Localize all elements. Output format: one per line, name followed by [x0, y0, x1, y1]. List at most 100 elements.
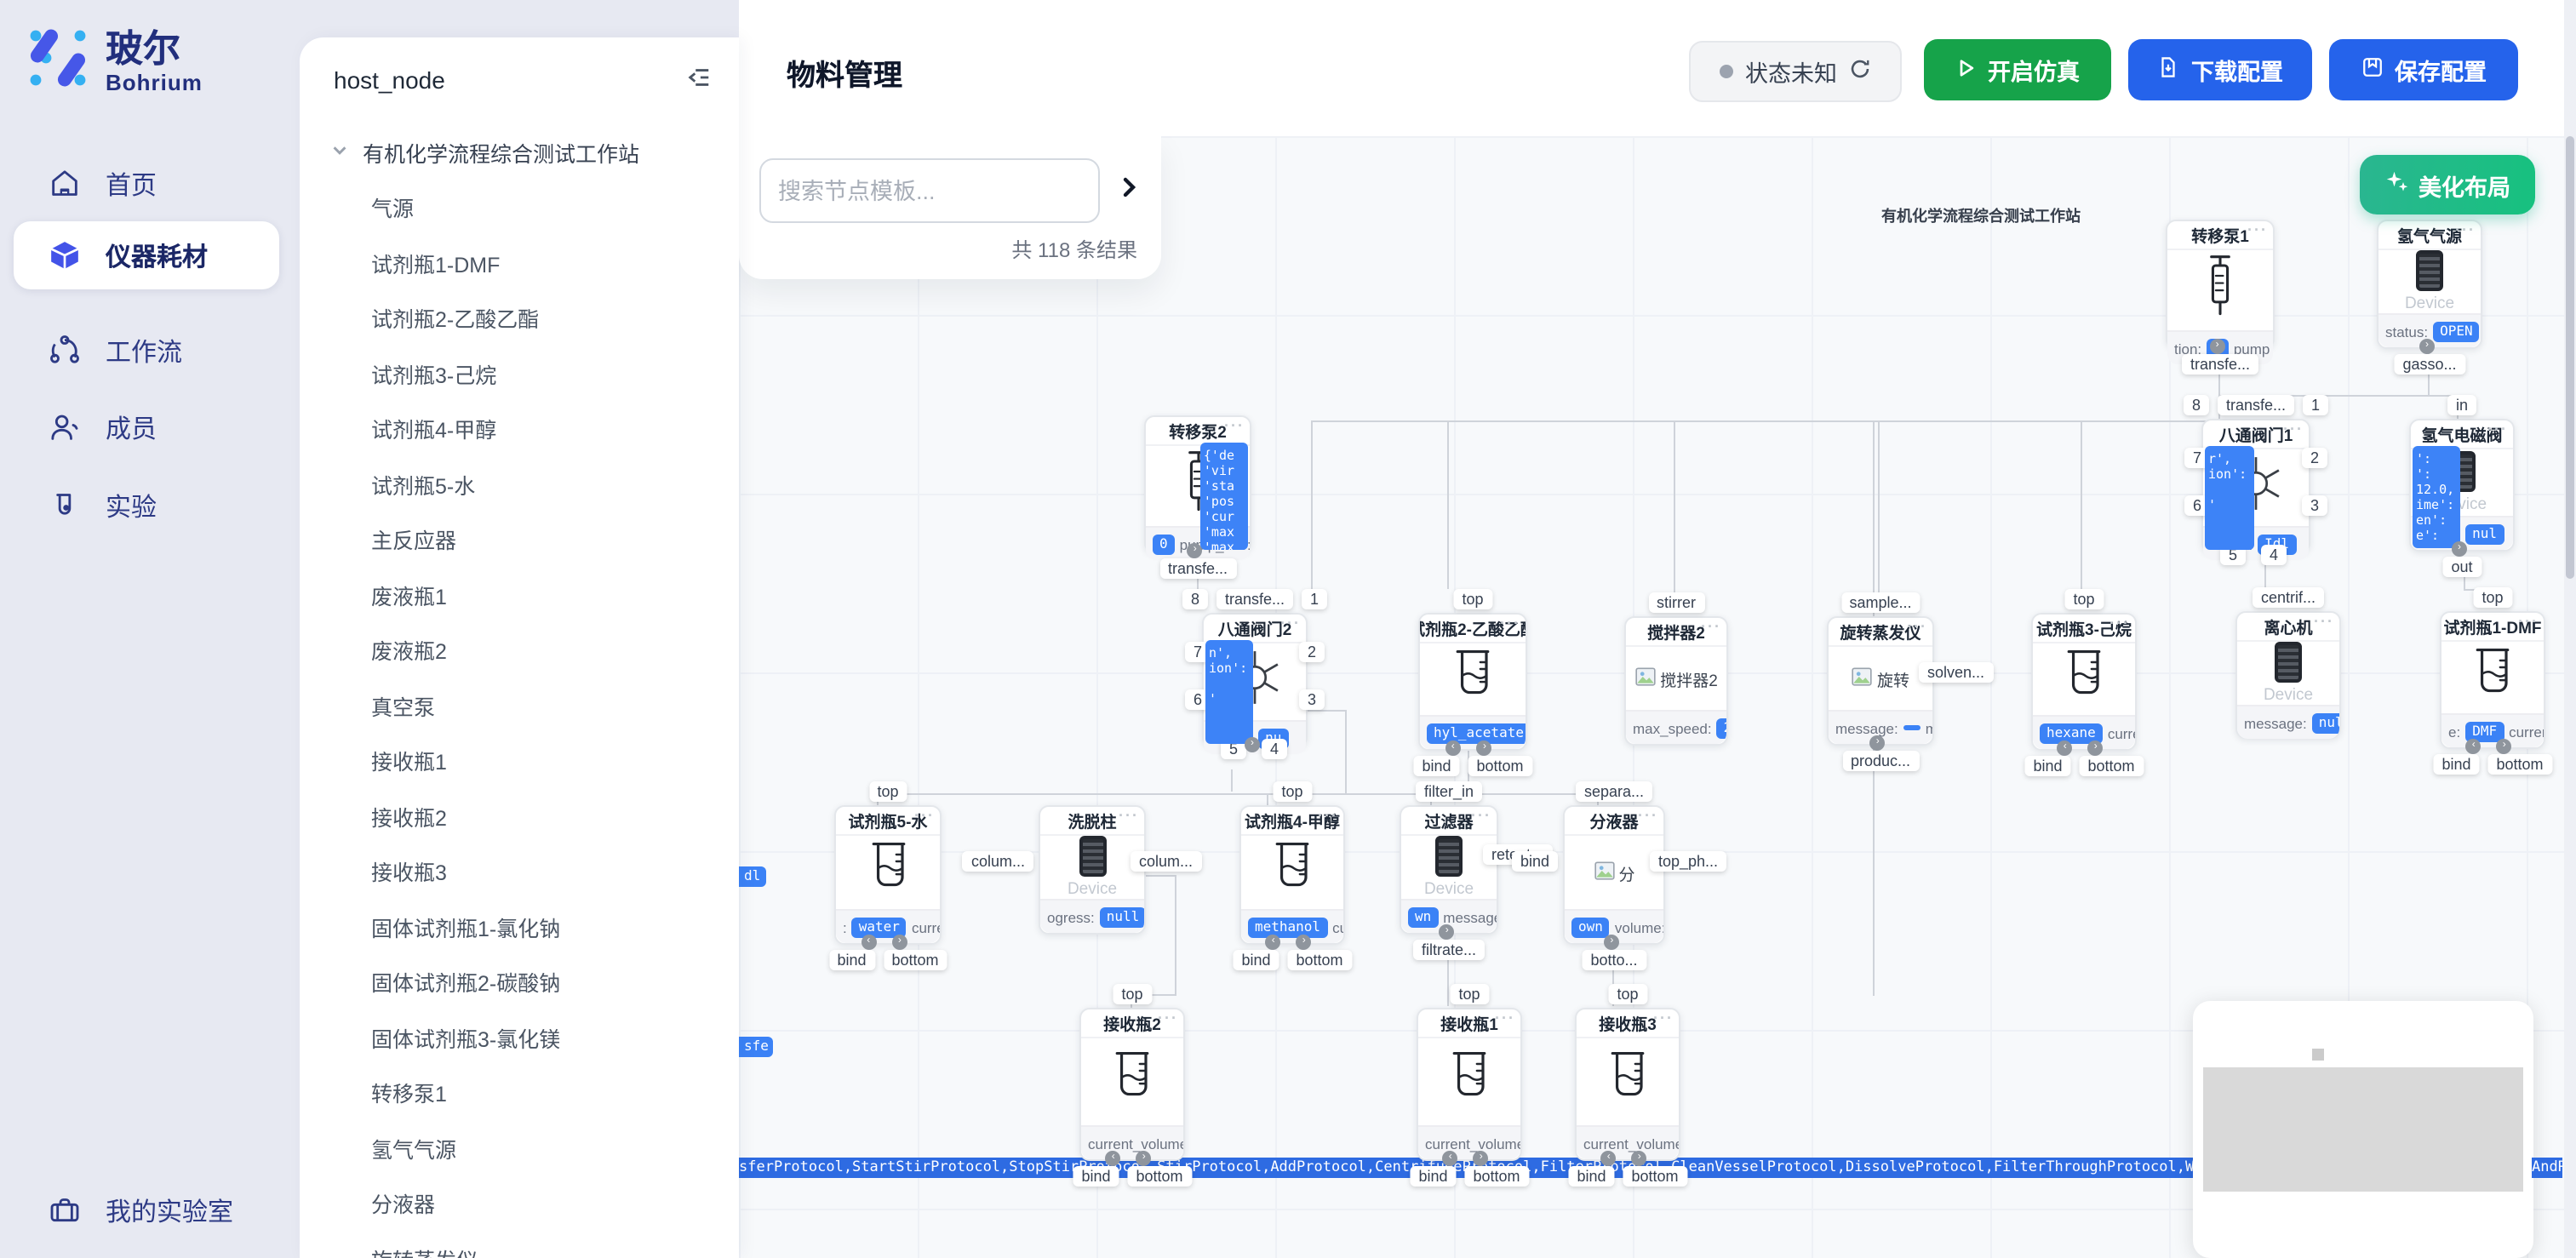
collapse-panel-icon[interactable] [686, 65, 712, 95]
status-badge[interactable]: 状态未知 [1689, 41, 1902, 102]
port-dot-icon[interactable]: ‹ [2058, 741, 2073, 756]
port-dot-icon[interactable]: ‹ [2466, 739, 2482, 754]
graph-node[interactable]: 试剂瓶4-甲醇···methanolcurrent_topbindbottom‹… [1239, 805, 1345, 945]
graph-node[interactable]: 氢气电磁阀···Devicestatus:nulinout': ': 12.0,… [2409, 419, 2515, 552]
sidebar-item-experiments[interactable]: 实验 [14, 472, 279, 540]
graph-node[interactable]: 试剂瓶2-乙酸乙酯···hyl_acetatecurretopbindbotto… [1418, 613, 1527, 751]
tree-item[interactable]: 真空泵 [300, 680, 739, 735]
node-menu-icon[interactable]: ··· [1471, 807, 1491, 824]
page-scrollbar[interactable] [2564, 0, 2576, 1258]
port-dot-icon[interactable]: › [1297, 935, 1312, 950]
graph-node[interactable]: 试剂瓶1-DMF···e:DMFcurrent_voltopbindbottom… [2440, 611, 2545, 749]
node-menu-icon[interactable]: ··· [2247, 221, 2268, 238]
scrollbar-thumb[interactable] [2566, 136, 2574, 579]
port-dot-icon[interactable]: › [1477, 741, 1492, 756]
tree-item[interactable]: 主反应器 [300, 514, 739, 569]
node-menu-icon[interactable]: ··· [2109, 615, 2130, 632]
graph-node[interactable]: 旋转蒸发仪···旋转message:max_sample...produc...… [1827, 616, 1934, 746]
graph-node[interactable]: 试剂瓶3-己烷···hexanecurrent_vtopbindbottom‹› [2031, 613, 2137, 751]
node-menu-icon[interactable]: ··· [2314, 613, 2334, 630]
tree-item[interactable]: 分液器 [300, 1178, 739, 1233]
node-menu-icon[interactable]: ··· [914, 807, 935, 824]
tree-group-row[interactable]: 有机化学流程综合测试工作站 [330, 136, 739, 169]
node-menu-icon[interactable]: ··· [2455, 221, 2476, 238]
tree-item[interactable]: 接收瓶1 [300, 735, 739, 791]
tree-item[interactable]: 废液瓶2 [300, 625, 739, 680]
port-dot-icon[interactable]: › [1604, 935, 1619, 950]
node-menu-icon[interactable]: ··· [1495, 1009, 1515, 1026]
tree-item[interactable]: 接收瓶2 [300, 791, 739, 846]
node-menu-icon[interactable]: ··· [1119, 807, 1139, 824]
save-config-button[interactable]: 保存配置 [2329, 39, 2518, 100]
download-config-button[interactable]: 下载配置 [2128, 39, 2312, 100]
tree-item[interactable]: 氢气气源 [300, 1123, 739, 1178]
search-submit-icon[interactable] [1113, 172, 1144, 203]
sidebar-item-home[interactable]: 首页 [14, 150, 279, 218]
graph-node[interactable]: 洗脱柱···Deviceogress:nullcolucolum...colum… [1039, 805, 1146, 935]
port-dot-icon[interactable]: › [1870, 735, 1886, 751]
port-dot-icon[interactable]: › [2497, 739, 2512, 754]
port-dot-icon[interactable]: ‹ [1266, 935, 1281, 950]
port-dot-icon[interactable]: › [1245, 737, 1260, 752]
graph-node[interactable]: 搅拌器2···搅拌器2max_speed:2000stirrer [1624, 616, 1728, 746]
node-menu-icon[interactable]: ··· [1638, 807, 1658, 824]
node-menu-icon[interactable]: ··· [1318, 807, 1338, 824]
node-menu-icon[interactable]: ··· [1907, 618, 1927, 635]
node-menu-icon[interactable]: ··· [2487, 420, 2508, 437]
graph-node[interactable]: 过滤器···Devicewnmessage:mafilter_infiltrat… [1400, 805, 1498, 935]
graph-node[interactable]: 转移泵2···0pump_info:transfe...{'de 'vir 's… [1144, 415, 1251, 553]
port-dot-icon[interactable]: › [2452, 541, 2467, 557]
graph-node[interactable]: 氢气气源···Devicestatus:OPENgasso...› [2377, 220, 2482, 349]
start-simulation-button[interactable]: 开启仿真 [1924, 39, 2111, 100]
graph-node[interactable]: 接收瓶2···current_volume:0topbindbottom‹› [1079, 1008, 1185, 1161]
graph-node[interactable]: 八通阀门1···status:Idl8transfe...1762354r', … [2201, 419, 2310, 553]
tree-item[interactable]: 旋转蒸发仪 [300, 1233, 739, 1258]
node-menu-icon[interactable]: ··· [1701, 618, 1721, 635]
search-input[interactable] [759, 158, 1100, 223]
beautify-layout-button[interactable]: 美化布局 [2360, 155, 2535, 214]
tree-item[interactable]: 试剂瓶3-己烷 [300, 348, 739, 403]
node-menu-icon[interactable]: ··· [2283, 420, 2304, 437]
sidebar-item-members[interactable]: 成员 [14, 393, 279, 461]
port-dot-icon[interactable]: › [2419, 339, 2435, 354]
graph-node[interactable]: 接收瓶1···current_volume:0topbindbottom‹› [1417, 1008, 1522, 1161]
refresh-icon[interactable] [1849, 58, 1871, 85]
graph-node[interactable]: 接收瓶3···current_volume:0topbindbottom‹› [1575, 1008, 1680, 1161]
tree-item[interactable]: 接收瓶3 [300, 846, 739, 901]
tree-item[interactable]: 试剂瓶4-甲醇 [300, 403, 739, 459]
tree-item[interactable]: 试剂瓶2-乙酸乙酯 [300, 293, 739, 348]
tree-item[interactable]: 固体试剂瓶2-碳酸钠 [300, 957, 739, 1012]
graph-canvas[interactable]: 有机化学流程综合测试工作站 sferProtocol,StartStirProt… [739, 136, 2564, 1258]
device-icon [2416, 250, 2443, 291]
port-dot-icon[interactable]: ‹ [861, 935, 876, 950]
node-menu-icon[interactable]: ··· [1500, 615, 1520, 632]
tree-item[interactable]: 固体试剂瓶1-氯化钠 [300, 901, 739, 957]
tree-item[interactable]: 气源 [300, 182, 739, 237]
node-menu-icon[interactable]: ··· [1224, 417, 1245, 434]
graph-node[interactable]: 转移泵1···tion:0pumptransfe...› [2166, 220, 2275, 349]
tree-item[interactable]: 试剂瓶5-水 [300, 459, 739, 514]
tree-item[interactable]: 固体试剂瓶3-氯化镁 [300, 1012, 739, 1067]
sidebar-item-instruments[interactable]: 仪器耗材 [14, 221, 279, 289]
node-menu-icon[interactable]: ··· [2518, 613, 2539, 630]
port-dot-icon[interactable]: › [2088, 741, 2104, 756]
graph-node[interactable]: 分液器···分ownvolume:250separa...botto...bin… [1563, 805, 1665, 945]
minimap[interactable] [2193, 1001, 2533, 1258]
graph-node[interactable]: 试剂瓶5-水···:watercurrent_vtopbindbottom‹› [834, 805, 942, 945]
tree-item[interactable]: 转移泵1 [300, 1067, 739, 1123]
node-title: 离心机 [2264, 615, 2312, 638]
tree-item[interactable]: 废液瓶1 [300, 569, 739, 625]
port-dot-icon[interactable]: › [1440, 924, 1455, 940]
port-dot-icon[interactable]: › [2210, 339, 2225, 354]
graph-node[interactable]: 离心机···Devicemessage:nullmacentrif... [2235, 611, 2341, 739]
port-dot-icon[interactable]: ‹ [1445, 741, 1461, 756]
tree-item[interactable]: 试剂瓶1-DMF [300, 237, 739, 293]
node-menu-icon[interactable]: ··· [1653, 1009, 1674, 1026]
sidebar-item-my-lab[interactable]: 我的实验室 [14, 1176, 279, 1244]
graph-node[interactable]: 八通阀门2···status:nu8transfe...1762354n', i… [1202, 613, 1308, 747]
node-menu-icon[interactable]: ··· [1280, 615, 1301, 632]
port-dot-icon[interactable]: › [892, 935, 907, 950]
node-menu-icon[interactable]: ··· [1158, 1009, 1178, 1026]
sidebar-item-workflow[interactable]: 工作流 [14, 317, 279, 385]
minimap-viewport[interactable] [2203, 1067, 2523, 1192]
